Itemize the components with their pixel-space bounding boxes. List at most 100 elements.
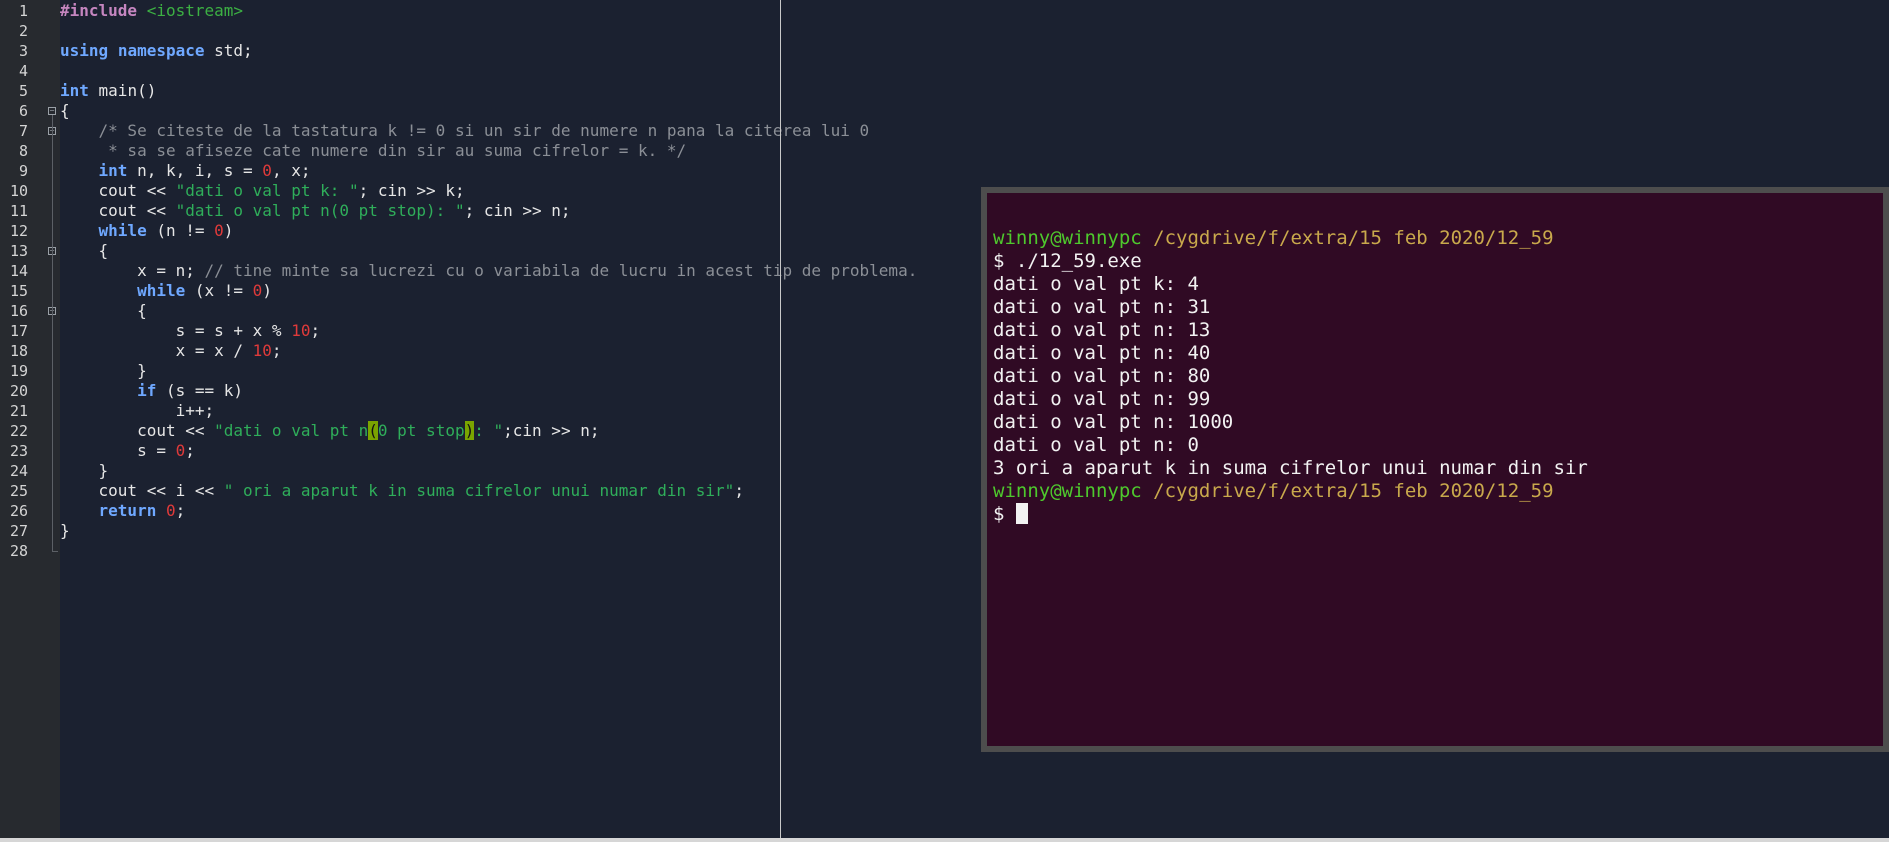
prompt-path: /cygdrive/f/extra/15 feb 2020/12_59 bbox=[1153, 480, 1554, 502]
terminal-line: dati o val pt n: 99 bbox=[993, 388, 1210, 411]
code-line[interactable]: s = s + x % 10; bbox=[60, 321, 321, 341]
code-line[interactable]: cout << i << " ori a aparut k in suma ci… bbox=[60, 481, 744, 501]
code-line[interactable]: int n, k, i, s = 0, x; bbox=[60, 161, 311, 181]
code-token: #include bbox=[60, 1, 138, 20]
prompt-user: winny@winnypc bbox=[993, 480, 1142, 502]
code-token: 0 bbox=[165, 501, 176, 520]
line-number: 23 bbox=[9, 442, 28, 460]
terminal-line: dati o val pt n: 40 bbox=[993, 342, 1210, 365]
code-token: "dati o val pt n bbox=[214, 421, 369, 440]
code-token: namespace bbox=[117, 41, 205, 60]
line-number-gutter: 1 2 3 4 5 6 7 8 9 10 11 12 13 14 15 16 17 18 19 20 21 22 23 24 2… bbox=[0, 0, 60, 842]
line-number: 3 bbox=[18, 42, 28, 60]
terminal-line: dati o val pt n: 13 bbox=[993, 319, 1210, 342]
terminal-window[interactable]: winny@winnypc /cygdrive/f/extra/15 feb 2… bbox=[981, 187, 1889, 752]
terminal-text: dati o val pt k: 4 bbox=[993, 273, 1199, 295]
terminal-line: $ ./12_59.exe bbox=[993, 250, 1142, 273]
code-token: } bbox=[60, 361, 147, 380]
code-line[interactable]: i++; bbox=[60, 401, 215, 421]
line-number: 26 bbox=[9, 502, 28, 520]
terminal-line: dati o val pt k: 4 bbox=[993, 273, 1199, 296]
code-line[interactable]: #include <iostream> bbox=[60, 1, 243, 21]
code-line[interactable]: cout << "dati o val pt k: "; cin >> k; bbox=[60, 181, 465, 201]
code-token: : " bbox=[474, 421, 504, 440]
line-number: 6 bbox=[18, 102, 28, 120]
code-line[interactable]: } bbox=[60, 461, 109, 481]
code-token: (s == k) bbox=[156, 381, 244, 400]
code-line[interactable]: cout << "dati o val pt n(0 pt stop): ";c… bbox=[60, 421, 599, 441]
code-token: cout << bbox=[60, 201, 176, 220]
code-line[interactable]: } bbox=[60, 521, 70, 541]
terminal-text: $ bbox=[993, 503, 1016, 525]
code-line[interactable]: cout << "dati o val pt n(0 pt stop): "; … bbox=[60, 201, 571, 221]
code-line[interactable]: { bbox=[60, 101, 70, 121]
line-number: 5 bbox=[18, 82, 28, 100]
terminal-text: dati o val pt n: 31 bbox=[993, 296, 1211, 318]
line-number: 11 bbox=[9, 202, 28, 220]
code-token: ; bbox=[185, 441, 195, 460]
line-number: 4 bbox=[18, 62, 28, 80]
line-number: 19 bbox=[9, 362, 28, 380]
code-token: while bbox=[137, 281, 186, 300]
terminal-text: dati o val pt n: 1000 bbox=[993, 411, 1234, 433]
line-number: 14 bbox=[9, 262, 28, 280]
code-line[interactable]: x = n; // tine minte sa lucrezi cu o var… bbox=[60, 261, 917, 281]
code-line[interactable]: int main() bbox=[60, 81, 156, 101]
code-line[interactable]: } bbox=[60, 361, 147, 381]
code-token: * sa se afiseze cate numere din sir au s… bbox=[60, 141, 687, 160]
line-number: 28 bbox=[9, 542, 28, 560]
terminal-line: dati o val pt n: 80 bbox=[993, 365, 1210, 388]
code-token: 0 bbox=[252, 281, 263, 300]
code-line[interactable]: /* Se citeste de la tastatura k != 0 si … bbox=[60, 121, 870, 141]
code-token: 0 pt stop bbox=[377, 421, 465, 440]
code-token: std; bbox=[204, 41, 253, 60]
terminal-line: dati o val pt n: 31 bbox=[993, 296, 1210, 319]
terminal-text: dati o val pt n: 13 bbox=[993, 319, 1211, 341]
code-line[interactable]: using namespace std; bbox=[60, 41, 253, 61]
code-token: cout << bbox=[60, 181, 176, 200]
terminal-line: $ bbox=[993, 503, 1028, 526]
line-number: 17 bbox=[9, 322, 28, 340]
code-token: 10 bbox=[252, 341, 272, 360]
line-number: 21 bbox=[9, 402, 28, 420]
line-number: 24 bbox=[9, 462, 28, 480]
terminal-text: dati o val pt n: 40 bbox=[993, 342, 1211, 364]
terminal-line: dati o val pt n: 0 bbox=[993, 434, 1199, 457]
code-token: 0 bbox=[262, 161, 272, 180]
line-number: 1 bbox=[18, 2, 28, 20]
terminal-text: $ ./12_59.exe bbox=[993, 250, 1142, 272]
code-line[interactable]: return 0; bbox=[60, 501, 186, 521]
code-line[interactable]: if (s == k) bbox=[60, 381, 243, 401]
code-line[interactable]: x = x / 10; bbox=[60, 341, 282, 361]
code-line[interactable]: s = 0; bbox=[60, 441, 195, 461]
terminal-text: 3 ori a aparut k in suma cifrelor unui n… bbox=[993, 457, 1588, 479]
fold-toggle-icon[interactable]: − bbox=[48, 107, 56, 115]
fold-end bbox=[52, 551, 58, 552]
code-token: i++; bbox=[60, 401, 215, 420]
code-token: } bbox=[60, 461, 109, 480]
terminal-line: winny@winnypc /cygdrive/f/extra/15 feb 2… bbox=[993, 227, 1554, 250]
code-line[interactable]: * sa se afiseze cate numere din sir au s… bbox=[60, 141, 686, 161]
code-token: " ori a aparut k in suma cifrelor unui n… bbox=[223, 481, 735, 500]
code-line[interactable]: { bbox=[60, 301, 147, 321]
code-token: cout << bbox=[60, 421, 215, 440]
code-token: s = s + x % bbox=[60, 321, 292, 340]
code-token: ; cin >> k; bbox=[358, 181, 465, 200]
code-token: , x; bbox=[271, 161, 311, 180]
terminal-output[interactable]: winny@winnypc /cygdrive/f/extra/15 feb 2… bbox=[987, 193, 1883, 746]
line-number: 13 bbox=[9, 242, 28, 260]
code-token: while bbox=[98, 221, 147, 240]
terminal-line: 3 ori a aparut k in suma cifrelor unui n… bbox=[993, 457, 1588, 480]
code-token: s = bbox=[60, 441, 176, 460]
code-token: ) bbox=[262, 281, 272, 300]
code-line[interactable]: while (n != 0) bbox=[60, 221, 234, 241]
code-token: { bbox=[60, 301, 147, 320]
code-line[interactable]: while (x != 0) bbox=[60, 281, 272, 301]
code-line[interactable]: { bbox=[60, 241, 109, 261]
code-token: { bbox=[60, 241, 109, 260]
